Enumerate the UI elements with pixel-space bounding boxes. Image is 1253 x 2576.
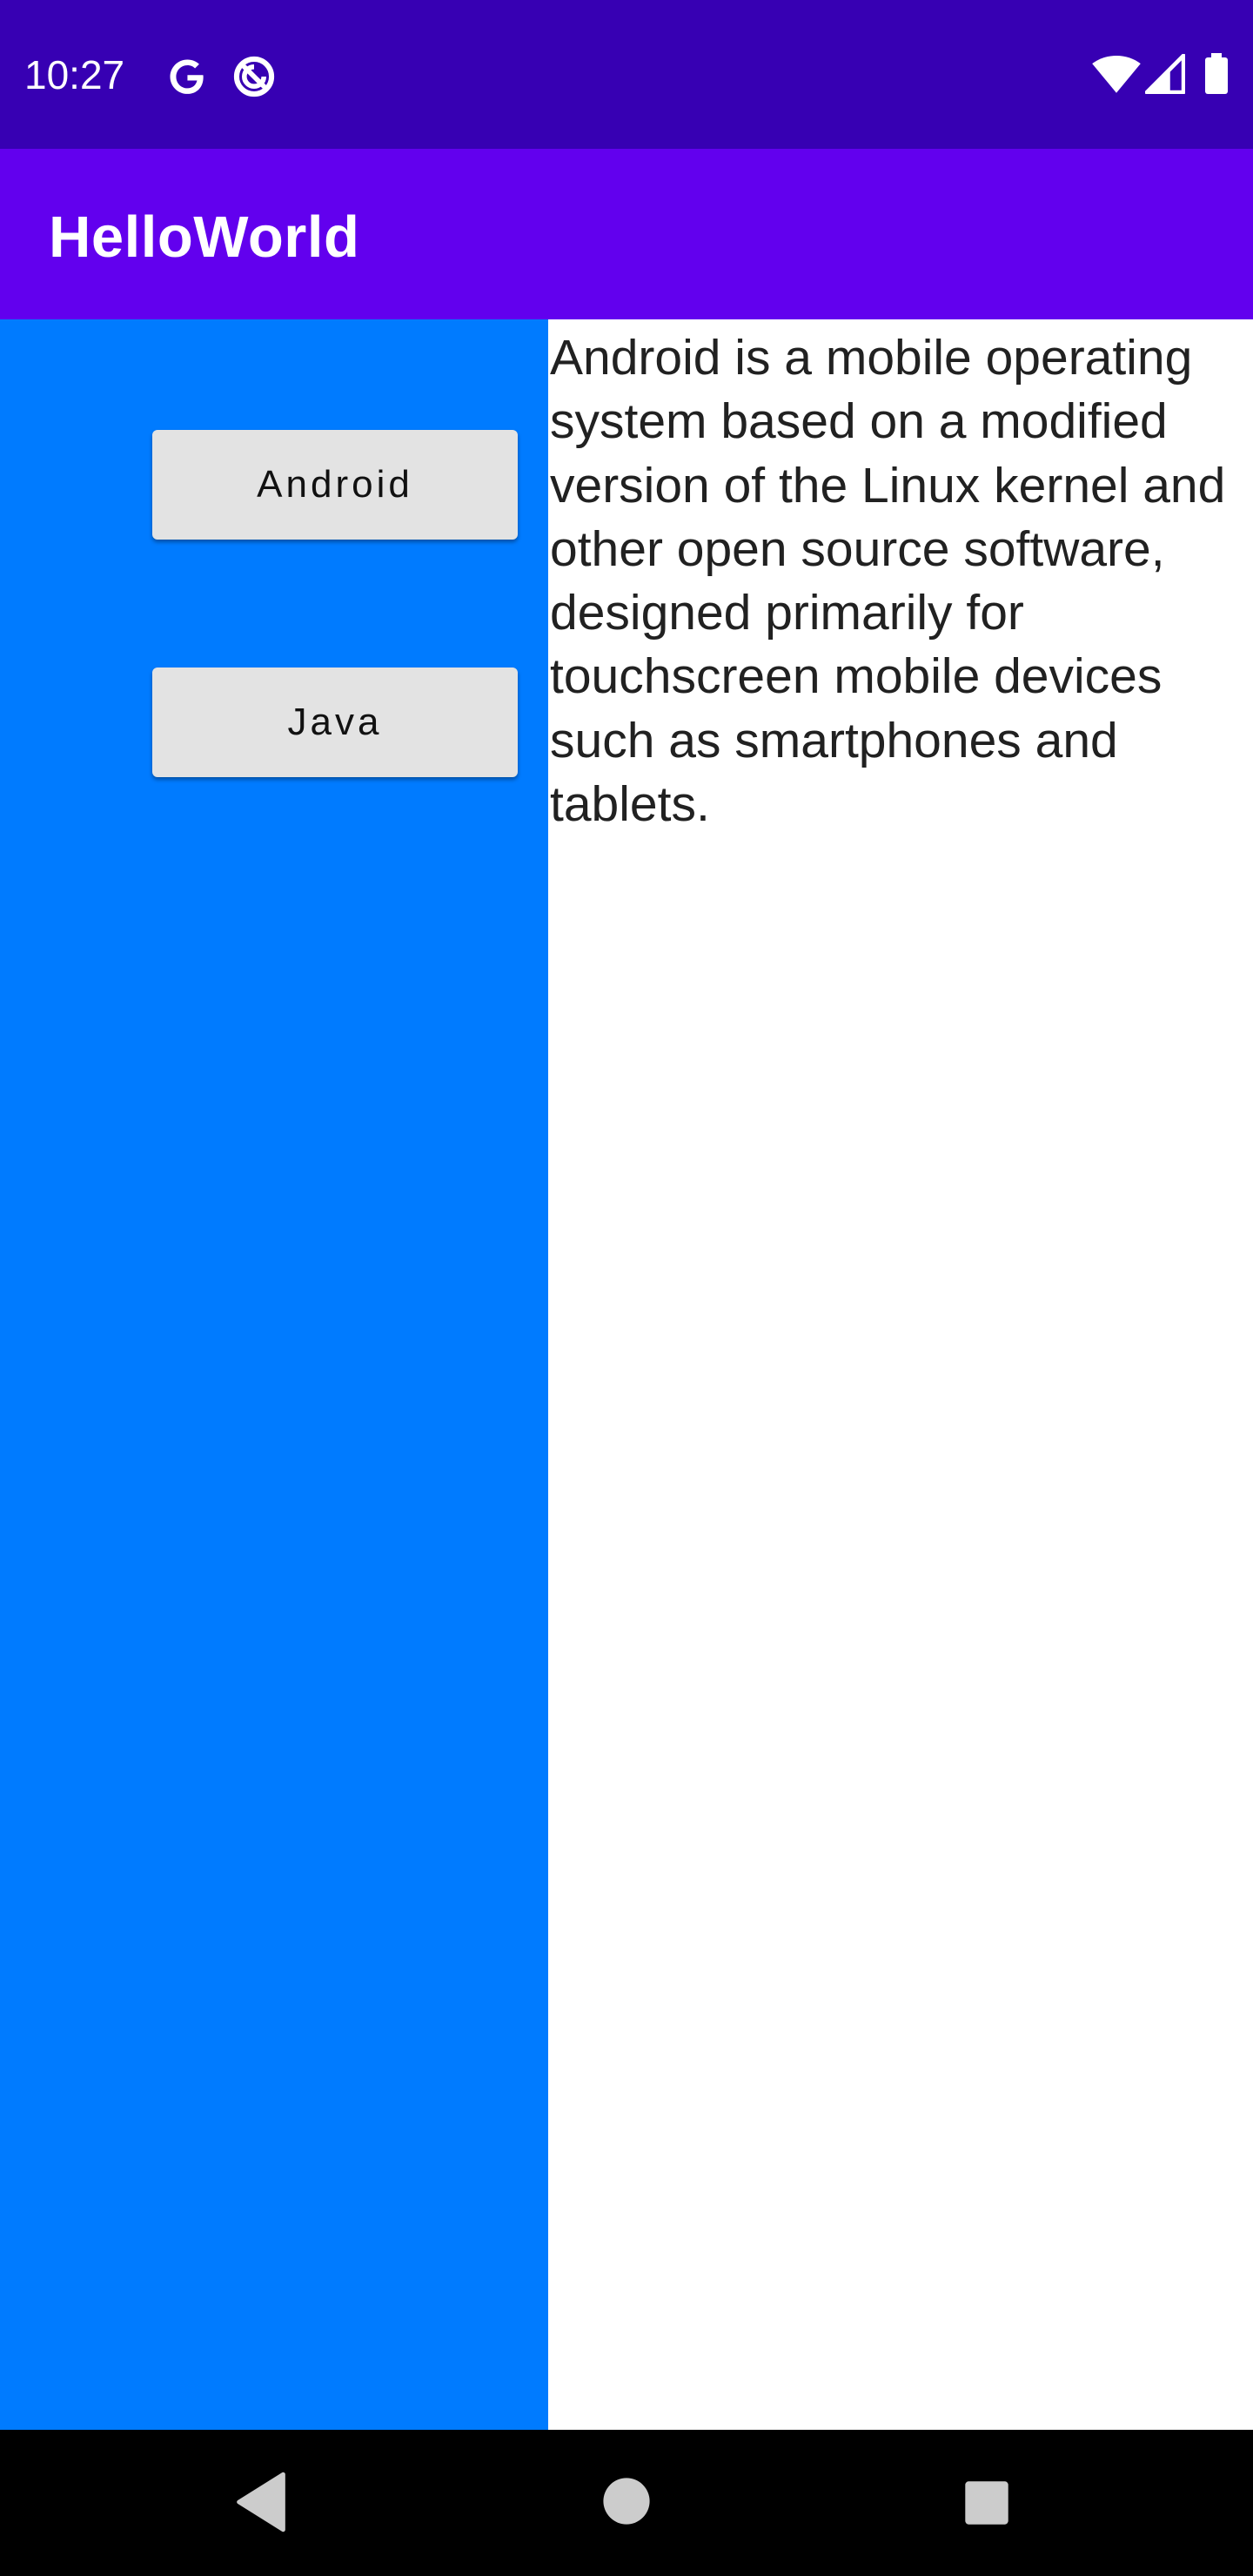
battery-icon (1205, 53, 1228, 94)
navigation-bar (0, 2430, 1253, 2576)
app-title: HelloWorld (49, 205, 360, 270)
status-time: 10:27 (24, 52, 125, 97)
java-button[interactable]: Java (152, 667, 518, 777)
google-g-icon (170, 59, 204, 94)
app-bar: HelloWorld (0, 149, 1253, 319)
topic-list-panel: Android Java (0, 319, 548, 2430)
cell-signal-icon (1145, 54, 1185, 94)
app-screen: 10:27 HelloWorld Android Java Android is… (0, 0, 1253, 2576)
status-bar: 10:27 (0, 0, 1253, 149)
content-area: Android Java Android is a mobile operati… (0, 319, 1253, 2430)
recents-icon[interactable] (964, 2480, 1009, 2526)
detail-text: Android is a mobile operating system bas… (550, 330, 1226, 833)
back-icon[interactable] (233, 2472, 289, 2532)
android-button[interactable]: Android (152, 430, 518, 540)
home-icon[interactable] (602, 2477, 651, 2526)
wifi-icon (1092, 55, 1141, 93)
sync-off-icon (233, 56, 275, 97)
detail-panel: Android is a mobile operating system bas… (548, 319, 1253, 2430)
